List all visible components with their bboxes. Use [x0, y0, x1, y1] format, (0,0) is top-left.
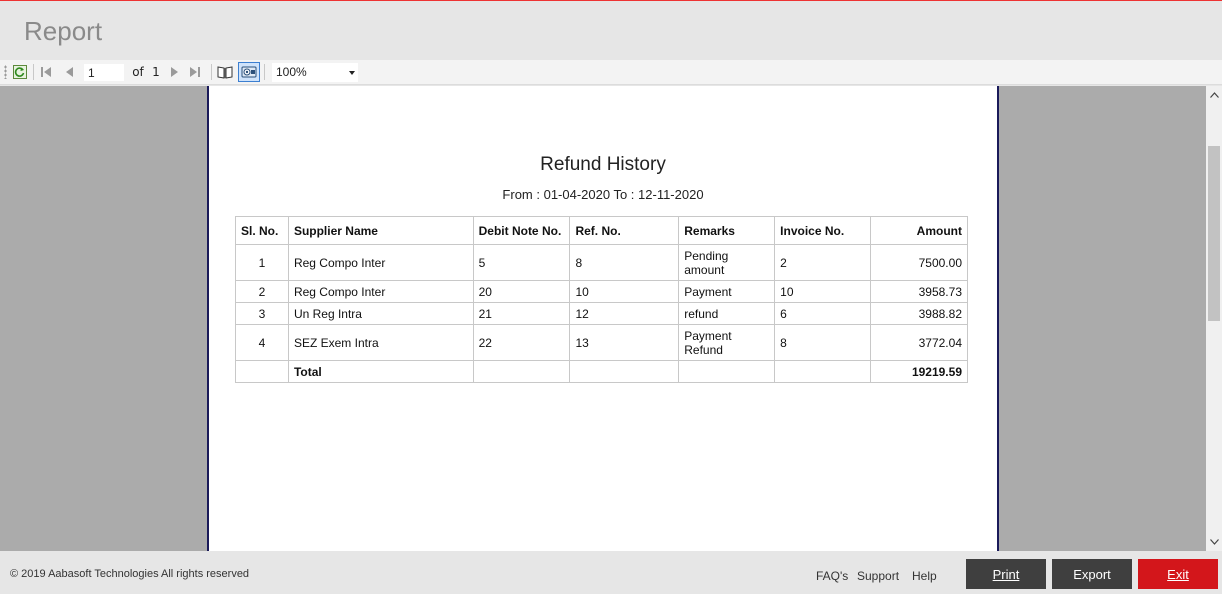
- page-of-label: of: [132, 65, 144, 79]
- table-header-row: Sl. No. Supplier Name Debit Note No. Ref…: [235, 216, 968, 245]
- invoice-cell: 8: [774, 324, 872, 361]
- remarks-cell: refund: [678, 302, 776, 325]
- remarks-line: Payment: [684, 328, 732, 343]
- ref-no-cell: 13: [569, 324, 680, 361]
- table-row: 4 SEZ Exem Intra 22 13 Payment Refund 8 3…: [235, 324, 968, 361]
- table-row: 3 Un Reg Intra 21 12 refund 6 3988.82: [235, 302, 968, 325]
- report-date-range: From : 01-04-2020 To : 12-11-2020: [502, 187, 704, 202]
- amount-cell: 3988.82: [870, 302, 968, 325]
- remarks-line: Pending: [684, 248, 729, 263]
- invoice-cell: 10: [774, 280, 872, 303]
- debit-note-cell: 5: [472, 244, 571, 281]
- exit-button-label: Exit: [1167, 566, 1189, 582]
- toolbar-separator: [211, 64, 212, 80]
- total-label: Total: [287, 360, 474, 383]
- column-header: Ref. No.: [569, 216, 680, 245]
- empty-cell: [235, 360, 289, 383]
- first-page-icon[interactable]: [38, 63, 54, 81]
- refund-table: Sl. No. Supplier Name Debit Note No. Ref…: [235, 216, 968, 383]
- page-setup-icon[interactable]: [238, 62, 260, 82]
- zoom-value: 100%: [276, 65, 307, 79]
- toolbar-grip[interactable]: [4, 65, 7, 79]
- debit-note-cell: 21: [472, 302, 571, 325]
- toolbar-separator: [33, 64, 34, 80]
- zoom-select[interactable]: 100%: [272, 63, 358, 82]
- column-header: Remarks: [678, 216, 776, 245]
- footer: © 2019 Aabasoft Technologies All rights …: [0, 551, 1222, 594]
- remarks-cell: Pending amount: [678, 244, 776, 281]
- amount-cell: 7500.00: [870, 244, 968, 281]
- window-title: Report: [24, 16, 103, 46]
- empty-cell: [472, 360, 571, 383]
- empty-cell: [569, 360, 680, 383]
- print-layout-icon[interactable]: [216, 63, 234, 81]
- sl-no-cell: 1: [235, 244, 289, 281]
- amount-cell: 3958.73: [870, 280, 968, 303]
- total-amount: 19219.59: [870, 360, 968, 383]
- export-button-label: Export: [1073, 566, 1111, 582]
- remarks-cell: Payment Refund: [678, 324, 776, 361]
- previous-page-icon[interactable]: [62, 63, 78, 81]
- supplier-cell: Reg Compo Inter: [287, 244, 474, 281]
- export-button[interactable]: Export: [1052, 559, 1132, 589]
- report-title: Refund History: [540, 154, 666, 175]
- ref-no-cell: 8: [569, 244, 680, 281]
- invoice-cell: 6: [774, 302, 872, 325]
- scroll-up-icon[interactable]: [1209, 90, 1219, 100]
- faqs-link[interactable]: FAQ's: [816, 569, 848, 583]
- exit-button[interactable]: Exit: [1138, 559, 1218, 589]
- report-viewer[interactable]: Refund History From : 01-04-2020 To : 12…: [0, 86, 1206, 551]
- support-link[interactable]: Support: [857, 569, 899, 583]
- help-link[interactable]: Help: [912, 569, 937, 583]
- remarks-line: Refund: [684, 342, 723, 357]
- amount-cell: 3772.04: [870, 324, 968, 361]
- title-bar: Report: [0, 2, 1222, 59]
- chevron-down-icon: [349, 71, 355, 75]
- table-row: 1 Reg Compo Inter 5 8 Pending amount 2 75…: [235, 244, 968, 281]
- supplier-cell: Reg Compo Inter: [287, 280, 474, 303]
- supplier-cell: Un Reg Intra: [287, 302, 474, 325]
- scroll-down-icon[interactable]: [1209, 537, 1219, 547]
- next-page-icon[interactable]: [166, 63, 182, 81]
- sl-no-cell: 2: [235, 280, 289, 303]
- empty-cell: [678, 360, 776, 383]
- debit-note-cell: 20: [472, 280, 571, 303]
- total-pages: 1: [152, 65, 160, 79]
- empty-cell: [774, 360, 872, 383]
- sl-no-cell: 3: [235, 302, 289, 325]
- column-header: Supplier Name: [287, 216, 474, 245]
- ref-no-cell: 10: [569, 280, 680, 303]
- ref-no-cell: 12: [569, 302, 680, 325]
- print-button[interactable]: Print: [966, 559, 1046, 589]
- last-page-icon[interactable]: [187, 63, 203, 81]
- debit-note-cell: 22: [472, 324, 571, 361]
- print-button-label: Print: [992, 566, 1020, 582]
- report-window: Report of 1: [0, 0, 1222, 594]
- vertical-scrollbar[interactable]: [1206, 86, 1222, 551]
- remarks-line: amount: [684, 262, 725, 277]
- scrollbar-thumb[interactable]: [1208, 146, 1220, 321]
- current-page-input[interactable]: [84, 64, 124, 81]
- copyright-text: © 2019 Aabasoft Technologies All rights …: [10, 568, 250, 580]
- column-header: Debit Note No.: [472, 216, 571, 245]
- column-header: Invoice No.: [774, 216, 872, 245]
- report-toolbar: of 1 100%: [0, 60, 1222, 85]
- column-header: Amount: [870, 216, 968, 245]
- total-row: Total 19219.59: [235, 360, 968, 383]
- toolbar-separator: [264, 64, 265, 80]
- table-row: 2 Reg Compo Inter 20 10 Payment 10 3958.…: [235, 280, 968, 303]
- invoice-cell: 2: [774, 244, 872, 281]
- column-header: Sl. No.: [235, 216, 289, 245]
- refresh-icon[interactable]: [12, 63, 28, 81]
- report-page: Refund History From : 01-04-2020 To : 12…: [207, 86, 999, 551]
- supplier-cell: SEZ Exem Intra: [287, 324, 474, 361]
- sl-no-cell: 4: [235, 324, 289, 361]
- remarks-cell: Payment: [678, 280, 776, 303]
